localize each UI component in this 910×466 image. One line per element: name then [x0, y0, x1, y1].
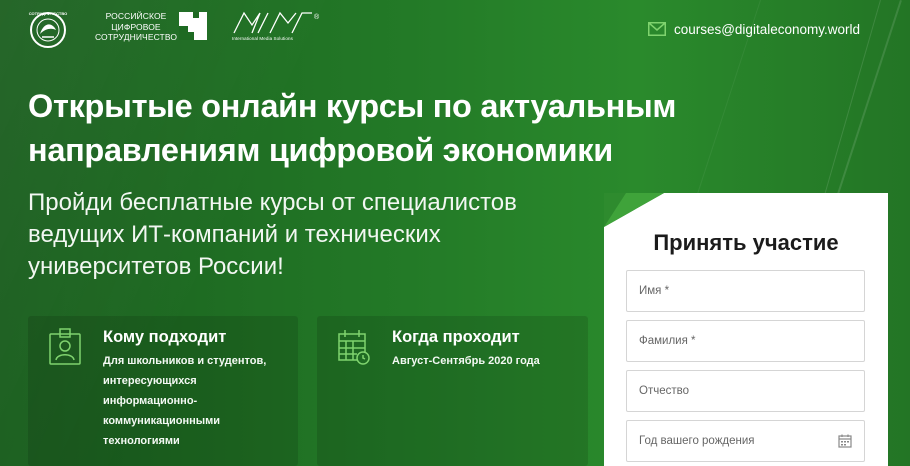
calendar-icon[interactable] [838, 434, 852, 448]
first-name-input[interactable] [627, 271, 864, 311]
form-corner-decoration [604, 193, 664, 227]
schedule-text: Август-Сентябрь 2020 года [392, 355, 540, 367]
rct-mark-icon [179, 12, 207, 40]
svg-text:СОТРУДНИЧЕСТВО: СОТРУДНИЧЕСТВО [29, 11, 67, 16]
calendar-clock-icon [338, 330, 370, 365]
patronymic-field[interactable] [626, 370, 865, 412]
cooperation-logo[interactable]: СОТРУДНИЧЕСТВО [24, 10, 72, 50]
last-name-field[interactable] [626, 320, 865, 362]
rct-logo-text: РОССИЙСКОЕ ЦИФРОВОЕ СОТРУДНИЧЕСТВО [95, 11, 177, 43]
registration-form: Принять участие [604, 193, 888, 466]
ims-mark-icon: ® [233, 11, 320, 34]
audience-text: Для школьников и студентов, интересующих… [103, 355, 267, 447]
header: СОТРУДНИЧЕСТВО РОССИЙСКОЕ ЦИФРОВОЕ СОТРУ… [0, 0, 910, 60]
id-card-icon [49, 328, 81, 365]
mail-icon [647, 22, 666, 36]
rct-line-1: РОССИЙСКОЕ [105, 11, 167, 21]
svg-text:®: ® [314, 13, 320, 21]
audience-heading: Кому подходит [103, 328, 227, 346]
form-title: Принять участие [653, 230, 839, 255]
schedule-heading: Когда проходит [392, 328, 520, 346]
rct-logo[interactable]: РОССИЙСКОЕ ЦИФРОВОЕ СОТРУДНИЧЕСТВО [95, 10, 210, 44]
schedule-card: Когда проходит Август-Сентябрь 2020 года [317, 316, 588, 466]
audience-card: Кому подходит Для школьников и студентов… [28, 316, 298, 466]
ims-subtitle: International Media Solutions [232, 36, 293, 41]
patronymic-input[interactable] [627, 371, 864, 411]
birthdate-input[interactable] [627, 421, 864, 461]
ims-logo[interactable]: ® International Media Solutions [230, 11, 322, 45]
page-title: Открытые онлайн курсы по актуальным напр… [28, 88, 677, 168]
email-text: courses@digitaleconomy.world [673, 21, 860, 37]
last-name-input[interactable] [627, 321, 864, 361]
page-subtitle: Пройди бесплатные курсы от специалистов … [28, 189, 517, 280]
rct-line-2: ЦИФРОВОЕ [111, 21, 161, 32]
rct-line-3: СОТРУДНИЧЕСТВО [95, 32, 178, 42]
first-name-field[interactable] [626, 270, 865, 312]
birthdate-field[interactable] [626, 420, 865, 462]
contact-email-link[interactable]: courses@digitaleconomy.world [647, 20, 860, 38]
